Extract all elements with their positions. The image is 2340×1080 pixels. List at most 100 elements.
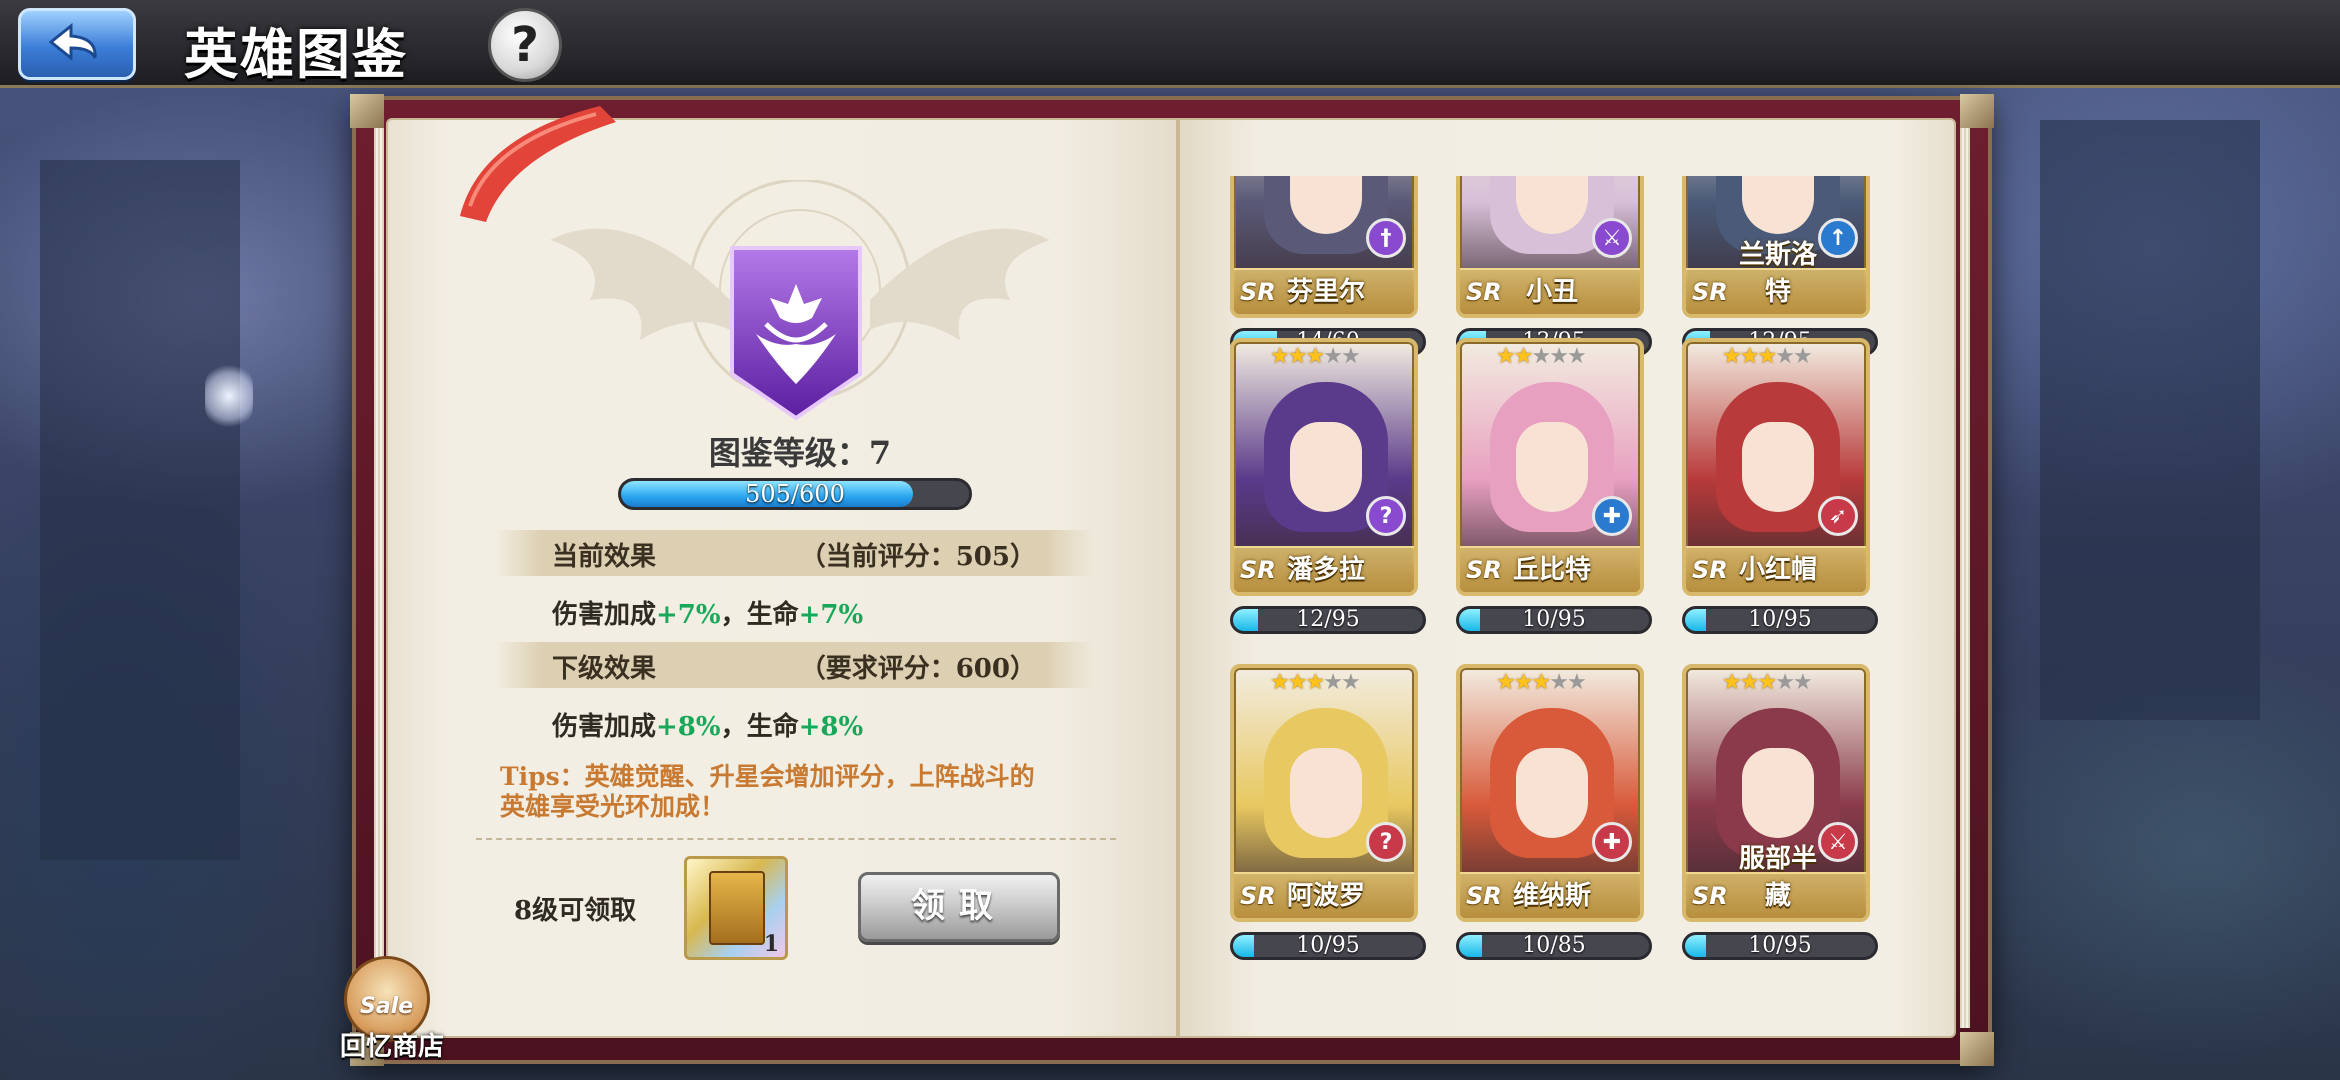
hero-card[interactable]: ★★★★★ ⚔ SR 服部半藏 10/95 — [1682, 664, 1878, 962]
hero-grid: †SR芬里尔14/60⚔SR小丑13/95↑SR兰斯洛特12/95★★★★★?S… — [1200, 176, 1900, 966]
hero-card[interactable]: ★★★★★ ✚ SR 维纳斯 10/85 — [1456, 664, 1652, 962]
hero-portrait: ★★★★★? SR 阿波罗 — [1230, 664, 1418, 922]
hero-face — [1290, 422, 1362, 512]
rarity-badge: SR — [1466, 882, 1502, 910]
hero-name-plate: SR 芬里尔 — [1234, 268, 1414, 314]
hero-fragment-bar: 10/85 — [1456, 932, 1652, 960]
rarity-badge: SR — [1240, 278, 1276, 306]
hero-card[interactable]: ↑SR兰斯洛特12/95 — [1682, 176, 1878, 358]
hero-stars: ★★★★★ — [1496, 670, 1587, 695]
hero-stars: ★★★★★ — [1722, 670, 1813, 695]
hero-stars: ★★★★★ — [1270, 344, 1361, 369]
bg-building — [40, 160, 240, 860]
hero-name: 兰斯洛特 — [1738, 240, 1817, 307]
next-effect-line: 伤害加成+8%，生命+8% — [552, 712, 864, 742]
hero-card[interactable]: ★★★★★ ✚ SR 丘比特 10/95 — [1456, 338, 1652, 636]
hero-face — [1742, 748, 1814, 838]
bg-building — [2040, 120, 2260, 720]
bg-lamp — [205, 362, 253, 430]
book-corner — [350, 94, 384, 128]
hero-name: 小丑 — [1525, 277, 1578, 307]
hero-fragment-count: 10/95 — [1748, 933, 1812, 958]
back-button[interactable] — [18, 8, 136, 80]
swords-icon: ⚔ — [1592, 218, 1632, 258]
hero-portrait: ★★★★★ ➶ SR 小红帽 — [1682, 338, 1870, 596]
hero-face — [1516, 422, 1588, 512]
rarity-badge: SR — [1240, 556, 1276, 584]
cross-icon: ✚ — [1592, 496, 1632, 536]
hero-stars: ★★★★★ — [1722, 344, 1813, 369]
codex-rank-emblem-icon — [730, 246, 862, 421]
codex-level: 图鉴等级：7 — [708, 434, 892, 472]
hero-card[interactable]: ★★★★★? SR 阿波罗 10/95 — [1230, 664, 1426, 962]
hero-name: 芬里尔 — [1286, 277, 1365, 307]
hero-fragment-bar: 10/95 — [1682, 932, 1878, 960]
hero-card[interactable]: ⚔SR小丑13/95 — [1456, 176, 1652, 358]
hero-name: 阿波罗 — [1286, 881, 1365, 911]
hero-portrait: ★★★★★ ✚ SR 丘比特 — [1456, 338, 1644, 596]
book-corner — [1960, 1032, 1994, 1066]
hero-fragment-bar: 10/95 — [1230, 932, 1426, 960]
rarity-badge: SR — [1240, 882, 1276, 910]
codex-exp-bar: 505/600 — [618, 478, 972, 510]
hero-name-plate: SR 维纳斯 — [1460, 872, 1640, 918]
hero-card[interactable]: ★★★★★ ➶ SR 小红帽 10/95 — [1682, 338, 1878, 636]
divider — [476, 838, 1116, 840]
codex-exp-label: 505/600 — [745, 480, 845, 508]
hero-name: 丘比特 — [1512, 555, 1591, 585]
hero-card[interactable]: ★★★★★? SR 潘多拉 12/95 — [1230, 338, 1426, 636]
next-effect-title: 下级效果 — [552, 654, 657, 684]
hero-name: 小红帽 — [1738, 555, 1817, 585]
page-edge — [1960, 128, 1970, 1028]
hero-stars: ★★★★★ — [1270, 670, 1361, 695]
reward-quantity: 1 — [763, 931, 779, 957]
hero-face — [1516, 748, 1588, 838]
hero-fragment-bar: 10/95 — [1456, 606, 1652, 634]
hero-name-plate: SR 小红帽 — [1686, 546, 1866, 592]
reward-card-icon — [709, 871, 765, 945]
memory-shop-label: 回忆商店 — [339, 1032, 444, 1062]
reward-item[interactable]: 1 — [684, 856, 788, 960]
hero-fragment-count: 10/95 — [1522, 607, 1586, 632]
hero-fragment-count: 12/95 — [1296, 607, 1360, 632]
hero-card[interactable]: †SR芬里尔14/60 — [1230, 176, 1426, 358]
hero-fragment-count: 10/95 — [1748, 607, 1812, 632]
tips-text: Tips：英雄觉醒、升星会增加评分，上阵战斗的 英雄享受光环加成！ — [500, 762, 1035, 821]
page-title: 英雄图鉴 — [184, 22, 408, 86]
hero-portrait: ★★★★★ ⚔ SR 服部半藏 — [1682, 664, 1870, 922]
hero-name-plate: SR 服部半藏 — [1686, 844, 1866, 918]
hero-name-plate: SR 小丑 — [1460, 268, 1640, 314]
hero-portrait: ⚔ SR 小丑 — [1456, 176, 1644, 318]
top-bar: 英雄图鉴 ? — [0, 0, 2340, 88]
claim-level-requirement: 8级可领取 — [514, 896, 637, 926]
rarity-badge: SR — [1692, 556, 1728, 584]
hero-stars: ★★★★★ — [1496, 344, 1587, 369]
hero-name-plate: SR 阿波罗 — [1234, 872, 1414, 918]
hero-fragment-bar: 12/95 — [1230, 606, 1426, 634]
rarity-badge: SR — [1466, 556, 1502, 584]
mystic-icon: ? — [1366, 496, 1406, 536]
hero-name-plate: SR 潘多拉 — [1234, 546, 1414, 592]
memory-shop-button[interactable]: Sale 回忆商店 — [334, 950, 444, 1062]
current-effect-header: 当前效果 （当前评分：505） — [494, 530, 1094, 576]
hero-portrait: ★★★★★ ✚ SR 维纳斯 — [1456, 664, 1644, 922]
rarity-badge: SR — [1466, 278, 1502, 306]
back-arrow-icon — [48, 22, 97, 62]
bow-icon: ➶ — [1818, 496, 1858, 536]
help-button[interactable]: ? — [488, 8, 562, 82]
cross-icon: ✚ — [1592, 822, 1632, 862]
hero-portrait: ★★★★★? SR 潘多拉 — [1230, 338, 1418, 596]
required-score: （要求评分：600） — [799, 654, 1036, 684]
hero-face — [1742, 422, 1814, 512]
dagger-icon: † — [1366, 218, 1406, 258]
hero-name-plate: SR 丘比特 — [1460, 546, 1640, 592]
current-effect-line: 伤害加成+7%，生命+7% — [552, 600, 864, 630]
current-effect-title: 当前效果 — [552, 542, 657, 572]
claim-button[interactable]: 领取 — [858, 872, 1060, 942]
book-corner — [1960, 94, 1994, 128]
next-effect-header: 下级效果 （要求评分：600） — [494, 642, 1094, 688]
hero-name-plate: SR 兰斯洛特 — [1686, 240, 1866, 314]
hero-face — [1290, 748, 1362, 838]
sale-text: Sale — [360, 994, 414, 1019]
hero-portrait: † SR 芬里尔 — [1230, 176, 1418, 318]
